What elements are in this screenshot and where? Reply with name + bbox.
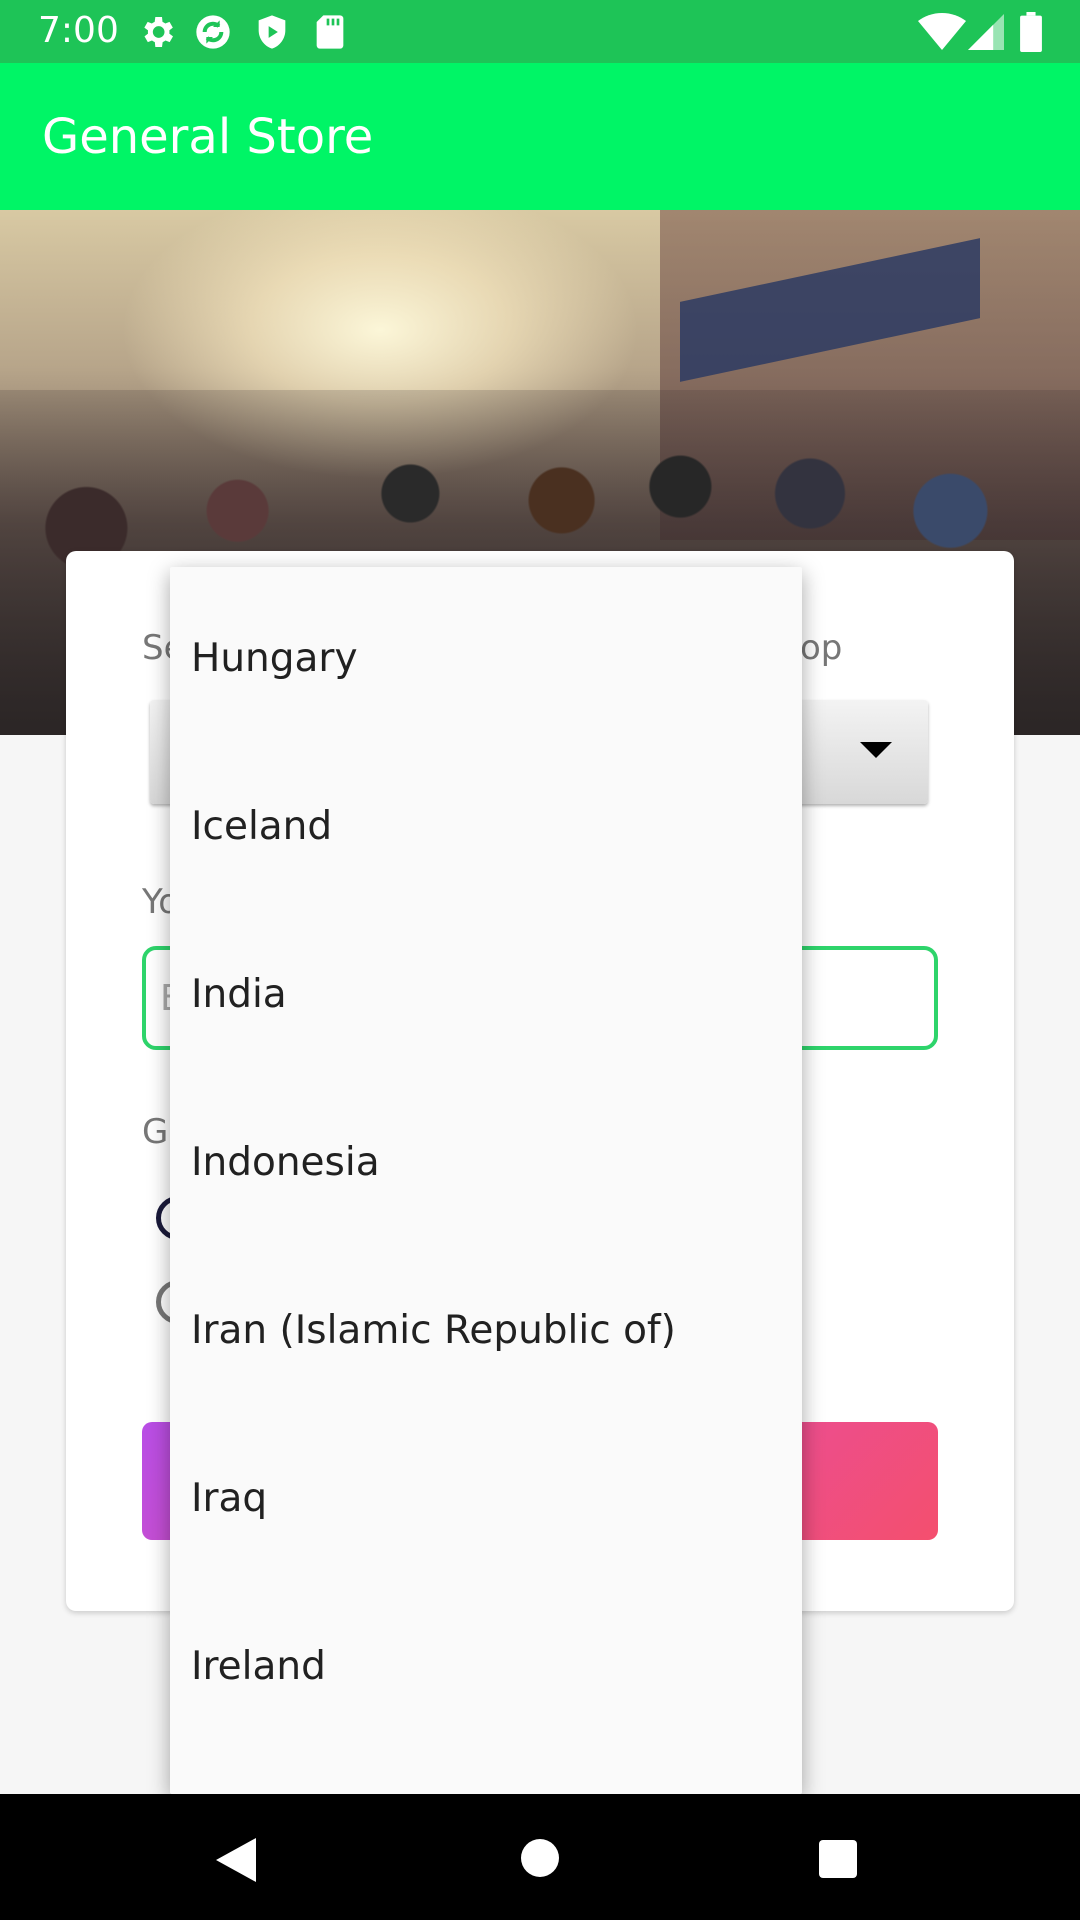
navigation-bar bbox=[0, 1794, 1080, 1920]
dropdown-item-hungary[interactable]: Hungary bbox=[170, 575, 802, 743]
dropdown-item-iceland[interactable]: Iceland bbox=[170, 743, 802, 911]
home-icon[interactable] bbox=[521, 1839, 559, 1877]
sync-icon bbox=[196, 15, 230, 49]
battery-icon bbox=[1020, 12, 1042, 52]
dropdown-item-ireland[interactable]: Ireland bbox=[170, 1583, 802, 1751]
back-icon[interactable] bbox=[216, 1838, 256, 1882]
dropdown-item-label: Iceland bbox=[191, 804, 333, 849]
dropdown-item-india[interactable]: India bbox=[170, 911, 802, 1079]
dropdown-item-indonesia[interactable]: Indonesia bbox=[170, 1079, 802, 1247]
dropdown-item-label: Ireland bbox=[191, 1644, 326, 1689]
app-bar: General Store bbox=[0, 63, 1080, 210]
dropdown-item-label: Iran (Islamic Republic of) bbox=[191, 1308, 676, 1353]
dropdown-item-label: Iraq bbox=[191, 1476, 268, 1521]
country-dropdown-list: Hungary Iceland India Indonesia Iran (Is… bbox=[170, 567, 802, 1794]
wifi-icon bbox=[918, 13, 966, 50]
sd-card-icon bbox=[316, 15, 344, 49]
dropdown-item-label: Indonesia bbox=[191, 1140, 380, 1185]
dropdown-arrow-icon bbox=[860, 742, 892, 758]
status-time: 7:00 bbox=[38, 10, 119, 51]
app-title: General Store bbox=[42, 109, 374, 165]
recents-icon[interactable] bbox=[819, 1840, 857, 1878]
country-label-tail: op bbox=[800, 628, 843, 668]
dropdown-item-iran[interactable]: Iran (Islamic Republic of) bbox=[170, 1247, 802, 1415]
gear-icon bbox=[144, 17, 173, 47]
status-bar: 7:00 bbox=[0, 0, 1080, 63]
dropdown-item-iraq[interactable]: Iraq bbox=[170, 1415, 802, 1583]
play-protect-icon bbox=[258, 15, 286, 49]
dropdown-item-label: Hungary bbox=[191, 636, 358, 681]
cell-signal-icon bbox=[968, 14, 1004, 50]
dropdown-item-label: India bbox=[191, 972, 287, 1017]
